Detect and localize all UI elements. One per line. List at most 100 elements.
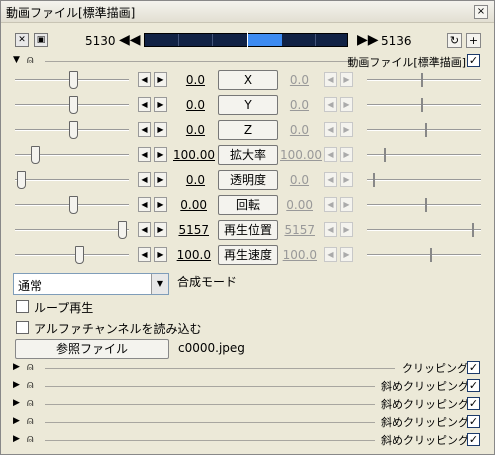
decrement-button[interactable]: ◀ bbox=[138, 222, 151, 237]
left-value[interactable]: 100.00 bbox=[173, 148, 215, 162]
reload-icon[interactable]: ↻ bbox=[447, 33, 462, 48]
decrement-button[interactable]: ◀ bbox=[138, 147, 151, 162]
left-slider-thumb[interactable] bbox=[69, 121, 78, 139]
chevron-down-icon[interactable]: ▼ bbox=[151, 274, 168, 294]
left-value[interactable]: 0.0 bbox=[165, 98, 205, 112]
alpha-channel-checkbox[interactable] bbox=[16, 321, 29, 334]
start-frame: 5130 bbox=[85, 34, 116, 48]
mouse-icon[interactable]: ⍝ bbox=[27, 53, 34, 67]
filter-enabled-checkbox[interactable]: ✓ bbox=[467, 433, 480, 446]
left-value[interactable]: 100.0 bbox=[171, 248, 211, 262]
timeline-bar[interactable] bbox=[144, 31, 348, 49]
decrement-button[interactable]: ◀ bbox=[138, 122, 151, 137]
left-value[interactable]: 0.0 bbox=[165, 123, 205, 137]
blend-mode-label: 合成モード bbox=[177, 275, 238, 289]
loop-checkbox[interactable] bbox=[16, 300, 29, 313]
decrement-button[interactable]: ◀ bbox=[138, 72, 151, 87]
end-frame: 5136 bbox=[381, 34, 412, 48]
left-value[interactable]: 0.00 bbox=[167, 198, 207, 212]
left-track bbox=[15, 229, 129, 231]
expand-triangle-icon[interactable]: ▶ bbox=[13, 380, 20, 390]
left-slider-thumb[interactable] bbox=[69, 96, 78, 114]
left-value[interactable]: 0.0 bbox=[165, 173, 205, 187]
filter-divider bbox=[45, 440, 375, 441]
mouse-icon[interactable]: ⍝ bbox=[27, 396, 34, 410]
left-value[interactable]: 0.0 bbox=[165, 73, 205, 87]
loop-label: ループ再生 bbox=[34, 301, 94, 315]
right-decrement-button: ◀ bbox=[324, 197, 337, 212]
param-name-button[interactable]: 再生速度 bbox=[218, 245, 278, 265]
left-slider-thumb[interactable] bbox=[69, 196, 78, 214]
close-button[interactable]: × bbox=[474, 5, 488, 19]
filter-row: ▶ ⍝ 斜めクリッピング ✓ bbox=[1, 395, 494, 413]
right-track bbox=[367, 254, 481, 256]
mouse-icon[interactable]: ⍝ bbox=[27, 432, 34, 446]
filter-label: クリッピング bbox=[402, 362, 468, 375]
param-name-button[interactable]: 拡大率 bbox=[218, 145, 278, 165]
collapse-triangle-icon[interactable]: ▼ bbox=[13, 55, 20, 65]
timeline-tick bbox=[178, 34, 179, 46]
increment-button[interactable]: ▶ bbox=[154, 197, 167, 212]
right-increment-button: ▶ bbox=[340, 247, 353, 262]
param-name-button[interactable]: 再生位置 bbox=[218, 220, 278, 240]
expand-triangle-icon[interactable]: ▶ bbox=[13, 398, 20, 408]
add-filter-icon[interactable]: + bbox=[466, 33, 481, 48]
blend-mode-value: 通常 bbox=[18, 279, 43, 293]
decrement-button[interactable]: ◀ bbox=[138, 247, 151, 262]
prev-frame-button[interactable]: ◀◀ bbox=[119, 33, 141, 47]
right-increment-button: ▶ bbox=[340, 72, 353, 87]
file-name: c0000.jpeg bbox=[178, 341, 245, 355]
blend-mode-select[interactable]: 通常 ▼ bbox=[13, 273, 169, 295]
increment-button[interactable]: ▶ bbox=[154, 247, 167, 262]
right-slider-thumb bbox=[373, 173, 375, 187]
filter-label: 斜めクリッピング bbox=[381, 398, 469, 411]
filter-row: ▶ ⍝ 斜めクリッピング ✓ bbox=[1, 377, 494, 395]
left-slider-thumb[interactable] bbox=[118, 221, 127, 239]
right-track bbox=[367, 204, 481, 206]
object-enabled-checkbox[interactable]: ✓ bbox=[467, 54, 480, 67]
left-value[interactable]: 5157 bbox=[169, 223, 209, 237]
left-slider-thumb[interactable] bbox=[31, 146, 40, 164]
mouse-icon[interactable]: ⍝ bbox=[27, 360, 34, 374]
right-decrement-button: ◀ bbox=[324, 97, 337, 112]
increment-button[interactable]: ▶ bbox=[154, 222, 167, 237]
right-value: 0.0 bbox=[289, 173, 309, 187]
left-slider-thumb[interactable] bbox=[17, 171, 26, 189]
expand-triangle-icon[interactable]: ▶ bbox=[13, 434, 20, 444]
right-value: 0.0 bbox=[289, 123, 309, 137]
decrement-button[interactable]: ◀ bbox=[138, 172, 151, 187]
timeline-cursor[interactable] bbox=[247, 31, 248, 49]
mouse-icon[interactable]: ⍝ bbox=[27, 378, 34, 392]
timeline-row: ✕ ▣ 5130 ◀◀ ▶▶ 5136 ↻ + bbox=[1, 29, 494, 53]
filter-enabled-checkbox[interactable]: ✓ bbox=[467, 415, 480, 428]
filter-label: 斜めクリッピング bbox=[381, 434, 469, 447]
left-slider-thumb[interactable] bbox=[69, 71, 78, 89]
expand-triangle-icon[interactable]: ▶ bbox=[13, 416, 20, 426]
filter-row: ▶ ⍝ 斜めクリッピング ✓ bbox=[1, 413, 494, 431]
expand-triangle-icon[interactable]: ▶ bbox=[13, 362, 20, 372]
filter-divider bbox=[45, 386, 375, 387]
mouse-icon[interactable]: ⍝ bbox=[27, 414, 34, 428]
right-slider-thumb bbox=[430, 248, 432, 262]
object-header-row: ▼ ⍝ 動画ファイル[標準描画] ✓ bbox=[1, 53, 494, 69]
decrement-button[interactable]: ◀ bbox=[138, 97, 151, 112]
decrement-button[interactable]: ◀ bbox=[138, 197, 151, 212]
right-decrement-button: ◀ bbox=[324, 247, 337, 262]
camera-icon[interactable]: ▣ bbox=[34, 33, 48, 47]
right-increment-button: ▶ bbox=[340, 97, 353, 112]
filter-enabled-checkbox[interactable]: ✓ bbox=[467, 379, 480, 392]
filter-enabled-checkbox[interactable]: ✓ bbox=[467, 397, 480, 410]
right-slider-thumb bbox=[425, 123, 427, 137]
reference-file-button[interactable]: 参照ファイル bbox=[15, 339, 169, 359]
left-slider-thumb[interactable] bbox=[75, 246, 84, 264]
title-bar[interactable]: 動画ファイル[標準描画] × bbox=[1, 1, 494, 23]
filter-divider bbox=[45, 404, 375, 405]
next-frame-button[interactable]: ▶▶ bbox=[357, 33, 379, 47]
filter-enabled-checkbox[interactable]: ✓ bbox=[467, 361, 480, 374]
timeline-tick bbox=[315, 34, 316, 46]
camera-control-icon[interactable]: ✕ bbox=[15, 33, 29, 47]
param-row-playback-position: ◀ ▶ 5157 再生位置 5157 ◀ ▶ bbox=[1, 219, 494, 241]
increment-button[interactable]: ▶ bbox=[154, 147, 167, 162]
param-name-button[interactable]: 回転 bbox=[218, 195, 278, 215]
right-increment-button: ▶ bbox=[340, 197, 353, 212]
